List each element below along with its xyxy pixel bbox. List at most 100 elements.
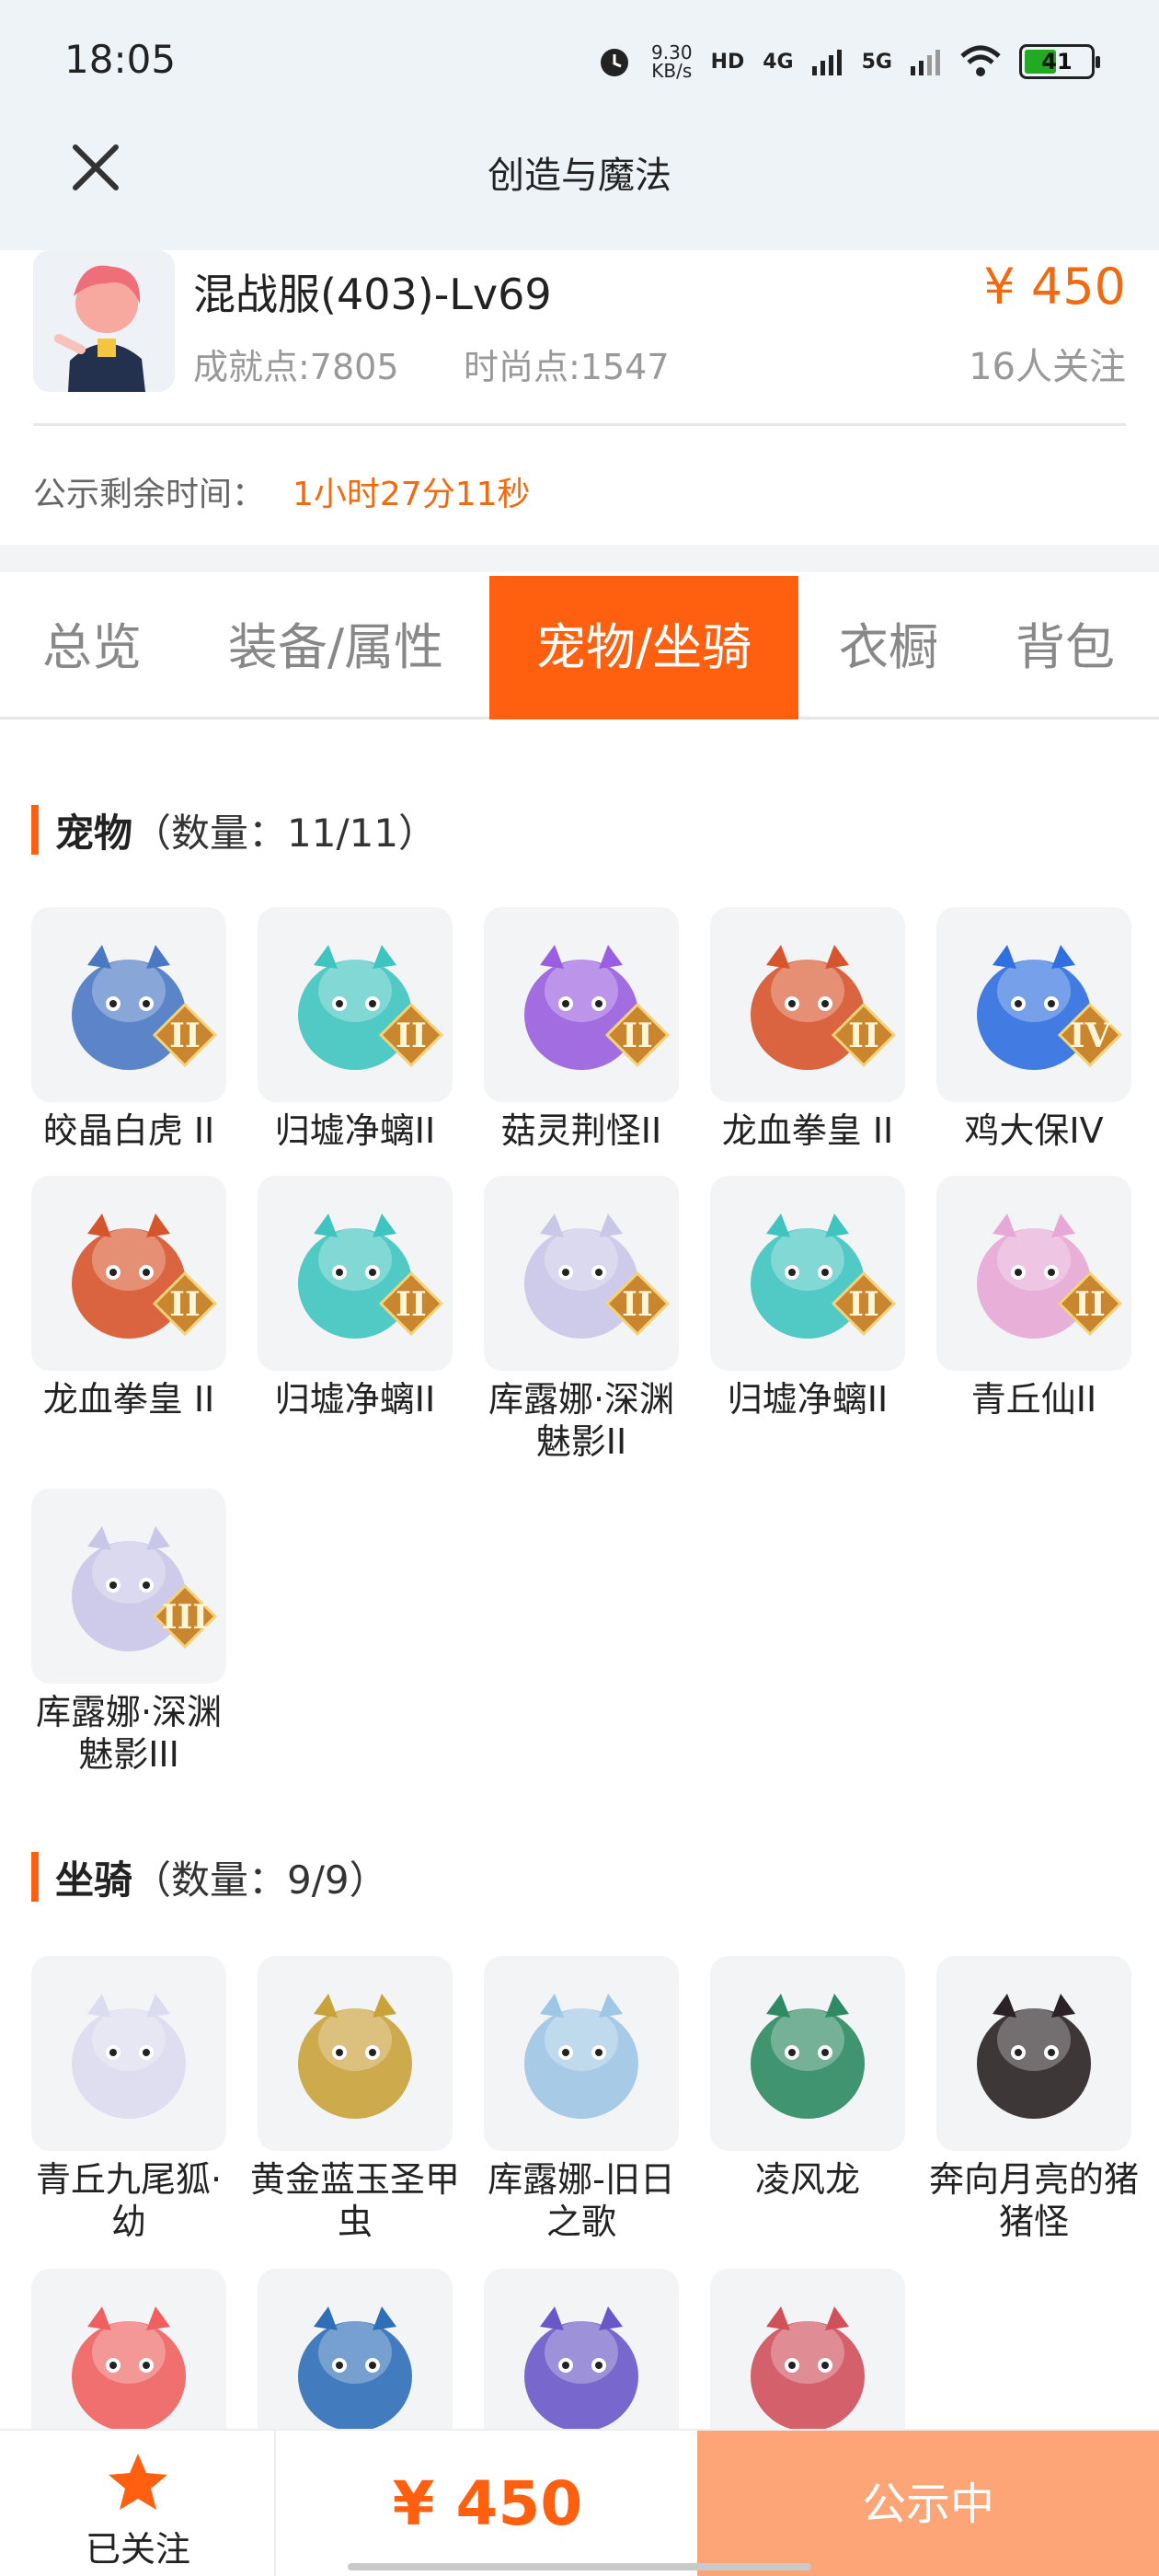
star-icon <box>109 2454 167 2510</box>
mounts-count: （数量：9/9） <box>132 1857 388 1903</box>
pig-icon <box>936 1956 1131 2151</box>
achievement-points: 成就点:7805 <box>193 347 399 387</box>
account-price: ¥ 450 <box>983 258 1126 316</box>
publicity-status-button[interactable]: 公示中 <box>697 2431 1159 2576</box>
signal-4g: 4G <box>763 50 794 74</box>
pet-card[interactable]: II 归墟净螭II <box>258 907 453 1152</box>
mount-name: 青丘九尾狐·幼 <box>35 2159 223 2242</box>
ghost-girl-icon: II <box>484 1176 679 1371</box>
ram-beast-icon: II <box>31 1176 226 1371</box>
mounts-section-header: 坐骑 （数量：9/9） <box>31 1849 388 1904</box>
pet-name: 皎晶白虎 II <box>42 1110 215 1151</box>
section-gap <box>0 545 1159 572</box>
pet-name: 归墟净螭II <box>727 1379 889 1420</box>
tab-overview[interactable]: 总览 <box>0 576 184 719</box>
pet-card[interactable]: IV 鸡大保IV <box>936 907 1131 1152</box>
rank-badge: II <box>1058 1271 1122 1336</box>
bottom-bar: 已关注 ¥ 450 公示中 <box>0 2429 1159 2576</box>
tab-backpack[interactable]: 背包 <box>982 576 1148 719</box>
tab-equipment[interactable]: 装备/属性 <box>193 576 478 719</box>
alarm-icon <box>601 49 629 76</box>
tiger-icon: II <box>31 907 226 1102</box>
pet-name: 归墟净螭II <box>274 1379 436 1420</box>
avatar <box>33 250 175 392</box>
rank-badge: II <box>379 1003 443 1067</box>
page-title: 创造与魔法 <box>488 155 671 197</box>
rank-badge: II <box>605 1003 670 1067</box>
mount-card[interactable]: 库露娜-旧日之歌 <box>484 1956 679 2243</box>
status-time: 18:05 <box>64 37 177 82</box>
bottom-price: ¥ 450 <box>392 2468 583 2539</box>
rank-badge: IV <box>1058 1003 1122 1067</box>
tab-pets-mounts[interactable]: 宠物/坐骑 <box>489 576 798 719</box>
mushroom-sprite-icon: II <box>484 907 679 1102</box>
divider <box>33 423 1126 426</box>
wind-dragon-icon <box>710 1956 905 2151</box>
rank-badge: II <box>153 1271 217 1336</box>
fox-fairy-icon: II <box>936 1176 1131 1371</box>
pet-name: 龙血拳皇 II <box>721 1110 894 1151</box>
nine-tail-fox-icon <box>31 1956 226 2151</box>
pet-name: 库露娜·深渊魅影III <box>35 1692 223 1775</box>
home-indicator <box>348 2563 811 2570</box>
mount-card[interactable]: 奔向月亮的猪猪怪 <box>929 1956 1139 2243</box>
pet-card[interactable]: III 库露娜·深渊魅影III <box>31 1489 226 1776</box>
hd-badge: HD <box>710 50 745 74</box>
bird-icon: IV <box>936 907 1131 1102</box>
pet-name: 鸡大保IV <box>964 1110 1104 1151</box>
pet-name: 龙血拳皇 II <box>42 1379 215 1420</box>
pets-section-title: 宠物 <box>55 810 133 856</box>
signal-icon <box>911 50 940 75</box>
signal-icon <box>811 50 842 75</box>
follow-button[interactable]: 已关注 <box>0 2431 276 2576</box>
tab-bar: 总览 装备/属性 宠物/坐骑 衣橱 背包 <box>0 572 1159 719</box>
pet-card[interactable]: II 皎晶白虎 II <box>31 907 226 1152</box>
mount-name: 凌风龙 <box>754 2159 860 2200</box>
pet-name: 归墟净螭II <box>274 1110 436 1151</box>
mount-card[interactable]: 青丘九尾狐·幼 <box>31 1956 226 2243</box>
dragon-icon: II <box>258 907 453 1102</box>
pets-count: （数量：11/11） <box>132 810 438 856</box>
pet-name: 菇灵荆怪II <box>500 1110 662 1151</box>
pet-name: 青丘仙II <box>970 1379 1097 1420</box>
mount-name: 黄金蓝玉圣甲虫 <box>249 2159 460 2242</box>
cloud-girl-icon <box>484 1956 679 2151</box>
follower-count: 16人关注 <box>969 346 1126 388</box>
signal-5g: 5G <box>861 50 892 74</box>
rank-badge: II <box>605 1271 670 1336</box>
timer-label: 公示剩余时间： <box>33 476 266 513</box>
pet-card[interactable]: II 龙血拳皇 II <box>710 907 905 1152</box>
mount-card[interactable]: 凌风龙 <box>710 1956 905 2201</box>
account-name: 混战服(403)-Lv69 <box>193 270 552 319</box>
top-area: 18:05 9.30 KB/s HD 4G 5G 41 创造与魔法 <box>0 0 1159 250</box>
follow-label: 已关注 <box>85 2529 190 2570</box>
battery-icon: 41 <box>1019 44 1100 79</box>
tab-wardrobe[interactable]: 衣橱 <box>808 576 970 719</box>
pet-card[interactable]: II 归墟净螭II <box>710 1176 905 1420</box>
rank-badge: II <box>832 1003 896 1067</box>
pet-card[interactable]: II 库露娜·深渊魅影II <box>484 1176 679 1463</box>
rank-badge: II <box>379 1271 443 1336</box>
section-accent-bar <box>31 805 39 855</box>
ram-beast-icon: II <box>710 907 905 1102</box>
dragon-icon: II <box>258 1176 453 1371</box>
rank-badge: III <box>153 1584 217 1649</box>
pet-card[interactable]: II 菇灵荆怪II <box>484 907 679 1152</box>
pet-name: 库露娜·深渊魅影II <box>488 1379 675 1462</box>
pet-card[interactable]: II 青丘仙II <box>936 1176 1131 1420</box>
status-icons: 9.30 KB/s HD 4G 5G 41 <box>596 39 1100 85</box>
timer-value: 1小时27分11秒 <box>293 476 531 513</box>
pet-card[interactable]: II 归墟净螭II <box>258 1176 453 1420</box>
mount-card[interactable]: 黄金蓝玉圣甲虫 <box>250 1956 460 2243</box>
mount-name: 库露娜-旧日之歌 <box>488 2159 675 2242</box>
mount-name: 奔向月亮的猪猪怪 <box>928 2159 1139 2242</box>
mounts-section-title: 坐骑 <box>55 1857 133 1903</box>
fashion-points: 时尚点:1547 <box>464 347 670 387</box>
rank-badge: II <box>832 1271 896 1336</box>
ghost-girl-icon: III <box>31 1489 226 1684</box>
rank-badge: II <box>153 1003 217 1067</box>
dragon-icon: II <box>710 1176 905 1371</box>
pet-card[interactable]: II 龙血拳皇 II <box>31 1176 226 1420</box>
net-speed: 9.30 KB/s <box>651 41 693 82</box>
section-accent-bar <box>31 1852 39 1902</box>
